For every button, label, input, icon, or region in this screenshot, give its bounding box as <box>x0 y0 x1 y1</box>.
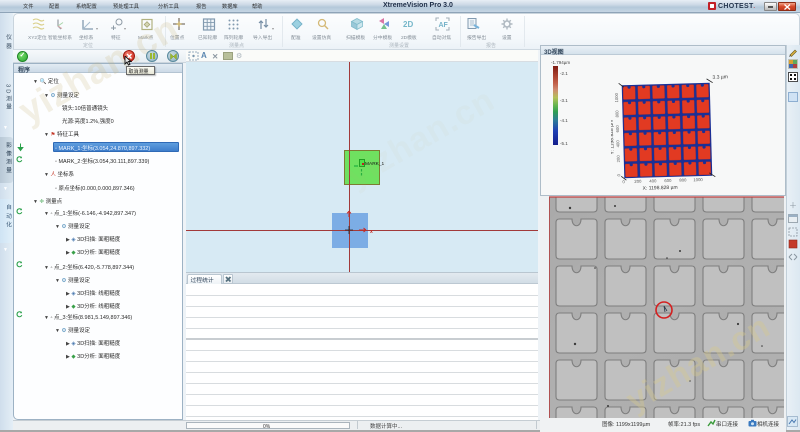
svg-text:800: 800 <box>679 177 687 182</box>
svg-text:200: 200 <box>616 155 621 163</box>
svg-text:800: 800 <box>614 110 619 118</box>
svg-text:1000: 1000 <box>693 177 703 182</box>
svg-text:0: 0 <box>622 179 625 184</box>
svg-text:200: 200 <box>634 179 642 184</box>
svg-text:0: 0 <box>616 173 621 176</box>
svg-text:1000: 1000 <box>614 92 619 102</box>
svg-text:600: 600 <box>615 125 620 133</box>
svg-text:X: 1198.828 µm: X: 1198.828 µm <box>643 185 678 192</box>
svg-text:AF: AF <box>439 22 449 29</box>
svg-text:400: 400 <box>649 178 657 183</box>
svg-text:600: 600 <box>664 178 672 183</box>
svg-text:Y: 1198.828 µm: Y: 1198.828 µm <box>611 120 616 155</box>
svg-text:400: 400 <box>615 140 620 148</box>
svg-text:3.3 µm: 3.3 µm <box>712 74 728 80</box>
